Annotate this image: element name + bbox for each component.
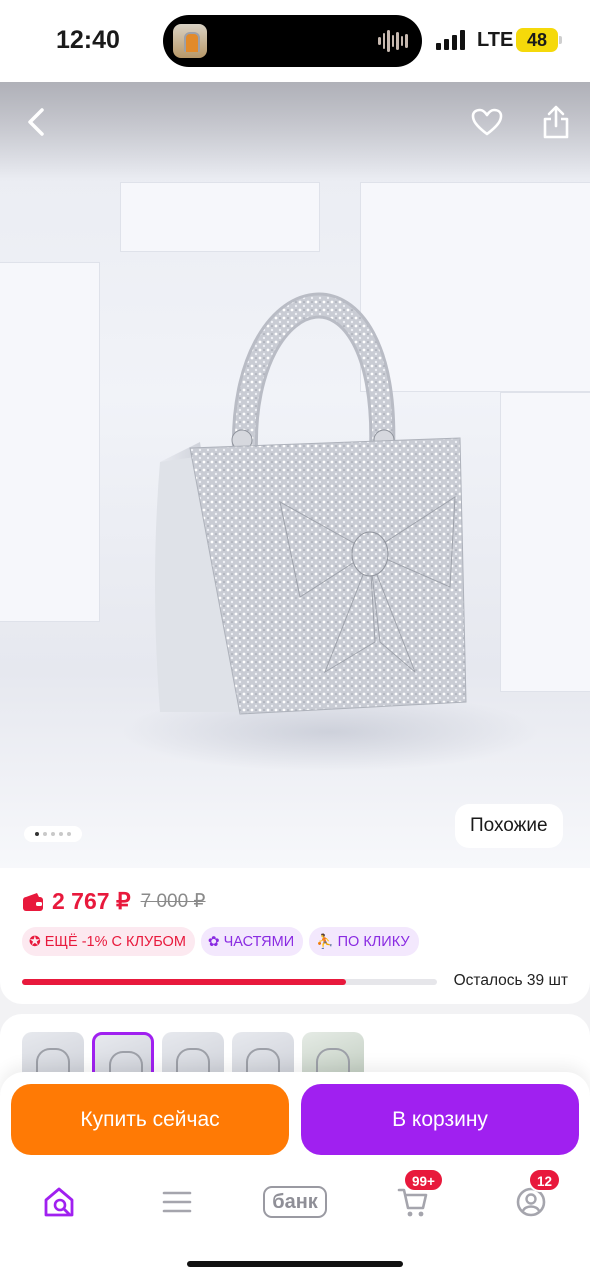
promo-tags: ✪ ЕЩЁ -1% С КЛУБОМ ✿ ЧАСТЯМИ ⛹ ПО КЛИКУ	[22, 927, 419, 956]
installments-tag[interactable]: ✿ ЧАСТЯМИ	[200, 927, 304, 956]
battery-indicator: 48	[516, 28, 558, 52]
cart-badge: 99+	[403, 1168, 444, 1192]
nav-home[interactable]	[29, 1172, 89, 1232]
tag-label: ЕЩЁ -1% С КЛУБОМ	[44, 933, 186, 950]
wallet-icon	[23, 892, 43, 911]
tag-label: ПО КЛИКУ	[337, 933, 410, 950]
nav-catalog[interactable]	[147, 1172, 207, 1232]
nav-cart[interactable]: 99+	[383, 1168, 444, 1232]
running-man-icon: ⛹	[316, 933, 334, 949]
stock-progress-fill	[22, 979, 346, 985]
home-indicator	[187, 1261, 403, 1267]
gallery-pagination	[24, 826, 82, 842]
cellular-signal-icon	[436, 30, 467, 50]
old-price: 7 000 ₽	[140, 891, 206, 912]
add-to-cart-button[interactable]: В корзину	[301, 1084, 579, 1155]
tag-label: ЧАСТЯМИ	[223, 933, 295, 950]
star-badge-icon: ✪	[29, 933, 41, 949]
product-photo-handbag	[155, 292, 467, 715]
status-bar: 12:40 LTE 48	[0, 0, 590, 82]
background-block	[0, 262, 100, 622]
catalog-menu-icon	[162, 1191, 192, 1213]
bottom-nav: банк 99+ 12	[0, 1168, 590, 1232]
stock-remaining: Осталось 39 шт	[453, 972, 568, 989]
now-playing-artwork	[173, 24, 207, 58]
audio-wave-icon	[378, 29, 409, 53]
share-icon	[543, 105, 569, 139]
battery-tip	[559, 36, 562, 44]
background-block	[500, 392, 590, 692]
home-search-icon	[44, 1187, 74, 1217]
back-button[interactable]	[14, 100, 58, 144]
nav-profile[interactable]: 12	[501, 1168, 562, 1232]
flower-icon: ✿	[207, 933, 220, 949]
heart-icon	[471, 108, 503, 136]
similar-button[interactable]: Похожие	[455, 804, 563, 848]
price-card: 2 767 ₽ 7 000 ₽ ✪ ЕЩЁ -1% С КЛУБОМ ✿ ЧАС…	[0, 868, 590, 1004]
price-row: 2 767 ₽ 7 000 ₽	[22, 888, 206, 915]
stock-progress-bar	[22, 979, 437, 985]
bank-icon: банк	[263, 1186, 327, 1218]
product-image-gallery[interactable]: Похожие	[0, 82, 590, 868]
chevron-left-icon	[28, 108, 44, 136]
one-click-tag[interactable]: ⛹ ПО КЛИКУ	[309, 927, 419, 956]
network-type: LTE	[477, 29, 514, 51]
share-button[interactable]	[534, 100, 578, 144]
status-time: 12:40	[56, 26, 120, 54]
current-price: 2 767 ₽	[52, 888, 131, 914]
buy-now-button[interactable]: Купить сейчас	[11, 1084, 289, 1155]
dynamic-island[interactable]	[163, 15, 422, 67]
nav-bank[interactable]: банк	[263, 1172, 327, 1232]
club-discount-tag[interactable]: ✪ ЕЩЁ -1% С КЛУБОМ	[22, 927, 195, 956]
background-block	[120, 182, 320, 252]
action-bar: Купить сейчас В корзину банк 99+ 12	[0, 1072, 590, 1280]
favorite-button[interactable]	[465, 100, 509, 144]
profile-badge: 12	[528, 1168, 562, 1192]
